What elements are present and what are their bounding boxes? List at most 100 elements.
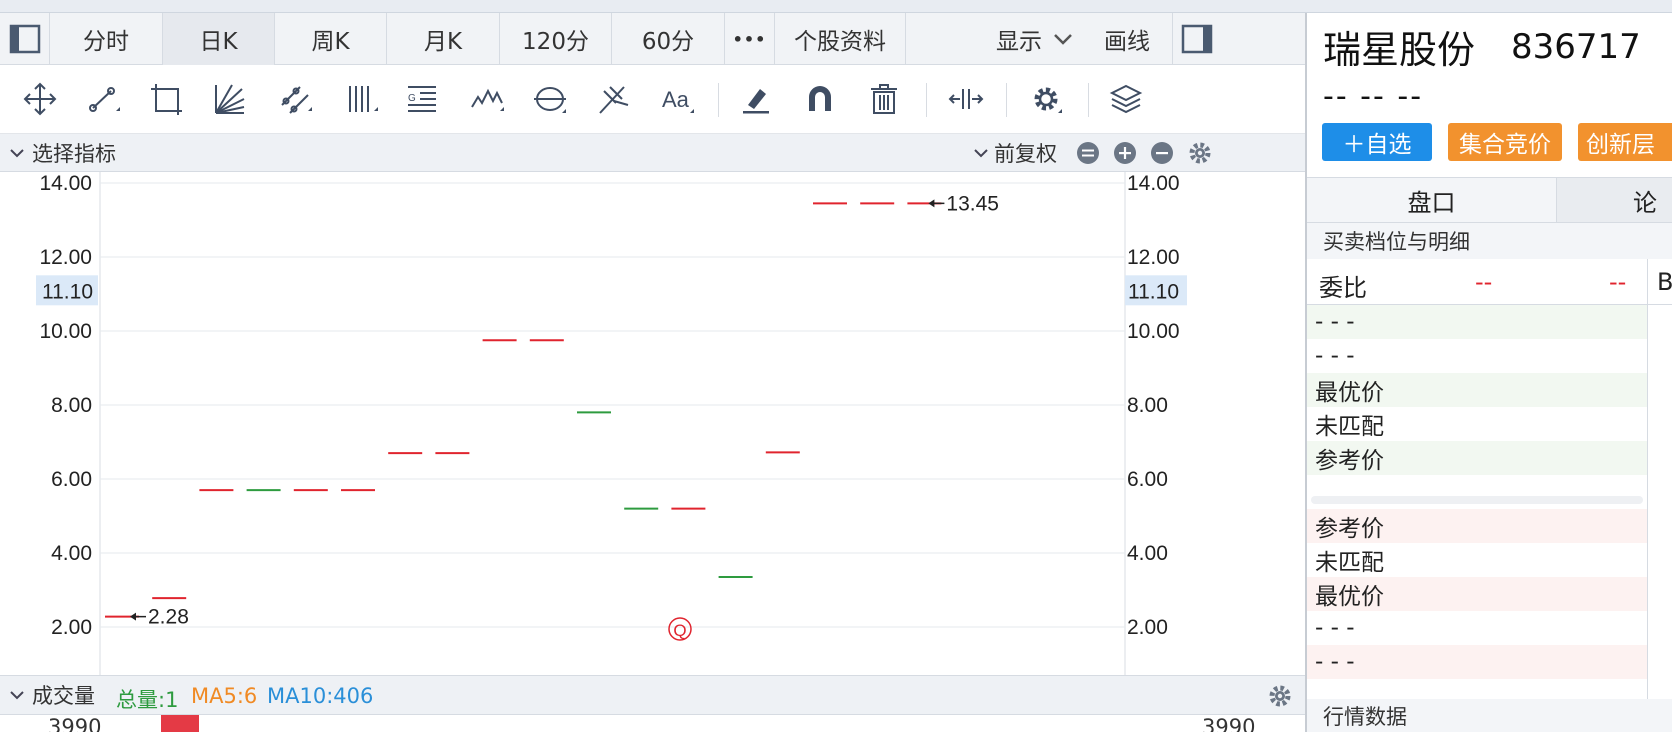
draw-line-button[interactable]: 画线 (1104, 13, 1150, 65)
minus-circle-icon (1151, 142, 1173, 164)
zoom-out-button[interactable] (1150, 141, 1174, 165)
price-change-line: -- -- -- (1323, 79, 1424, 114)
volume-axis-left-label: 3990 (48, 715, 102, 732)
tab-daily-k[interactable]: 日K (163, 13, 275, 65)
min-price-label: 2.28 (148, 606, 189, 629)
width-adjust-tool-button[interactable] (946, 79, 986, 119)
toolbar-divider (1006, 83, 1007, 117)
tab-orderbook[interactable]: 盘口 (1307, 178, 1557, 222)
stock-code: 836717 (1511, 27, 1641, 67)
gann-text-icon: G (408, 86, 436, 112)
orderbook-sell-row: - - - (1315, 343, 1355, 369)
indicator-settings-button[interactable] (1187, 140, 1213, 166)
panel-toggle-left-button[interactable] (0, 13, 50, 65)
display-menu-button[interactable]: 显示 (996, 13, 1076, 65)
order-ratio-value: -- (1475, 268, 1493, 296)
delete-tool-button[interactable] (864, 79, 904, 119)
select-indicator-label: 选择指标 (32, 142, 116, 166)
line-segment-icon (89, 87, 120, 112)
svg-text:Aa: Aa (662, 87, 690, 112)
max-arrow-head (928, 199, 935, 208)
chevron-down-icon (1054, 34, 1072, 45)
price-adjust-dropdown[interactable]: 前复权 (972, 134, 1057, 172)
vertical-lines-icon (349, 86, 378, 112)
y-tick-label-left: 12.00 (39, 246, 92, 269)
add-watchlist-button[interactable]: ＋自选 (1322, 123, 1432, 161)
gann-tool-button[interactable]: G (402, 79, 442, 119)
y-tick-label-left: 2.00 (51, 616, 92, 639)
y-tick-label-right: 14.00 (1127, 172, 1180, 195)
tab-60min[interactable]: 60分 (612, 13, 725, 65)
layers-button[interactable] (1106, 79, 1146, 119)
volume-chart: 3990 3990 (0, 715, 1305, 732)
parallel-channel-icon (281, 86, 312, 114)
tab-stock-profile[interactable]: 个股资料 (775, 13, 906, 65)
equal-circle-icon (1077, 142, 1099, 164)
line-segment-tool-button[interactable] (84, 79, 124, 119)
volume-ma5: MA5:6 (191, 684, 258, 708)
y-tick-label-left: 10.00 (39, 320, 92, 343)
move-tool-button[interactable] (20, 79, 60, 119)
window-top-strip (0, 0, 1672, 13)
cycle-icon (534, 87, 566, 113)
fork-icon (599, 86, 629, 114)
magnet-tool-button[interactable] (800, 79, 840, 119)
text-tool-button[interactable]: Aa (658, 79, 698, 119)
text-icon: Aa (662, 87, 694, 113)
fan-tool-button[interactable] (210, 79, 250, 119)
chart-panel: 分时 日K 周K 月K 120分 60分 ••• 个股资料 显示 画线 G Aa… (0, 13, 1305, 732)
fork-tool-button[interactable] (594, 79, 634, 119)
chart-settings-button[interactable] (1026, 79, 1066, 119)
y-tick-label-right: 6.00 (1127, 468, 1168, 491)
toolbar-divider (1088, 83, 1089, 117)
panel-toggle-right-button[interactable] (1172, 13, 1220, 65)
zoom-in-button[interactable] (1113, 141, 1137, 165)
wave-tool-button[interactable] (468, 79, 508, 119)
sidebar-right-icon (1181, 24, 1212, 54)
kline-chart[interactable]: 14.00 14.00 12.00 12.00 10.00 10.00 8.00 8.00 6.… (0, 172, 1305, 675)
volume-ma10: MA10:406 (267, 684, 374, 708)
plus-circle-icon (1114, 142, 1136, 164)
auction-badge[interactable]: 集合竞价 (1448, 123, 1562, 161)
y-tick-label-right: 4.00 (1127, 542, 1168, 565)
drawing-toolbar: G Aa (0, 65, 1305, 134)
eraser-icon (743, 89, 769, 114)
indicator-bar: 选择指标 前复权 (0, 134, 1305, 172)
volume-bar: 成交量 总量:1 MA5:6 MA10:406 (0, 675, 1305, 715)
chevron-down-icon (974, 149, 988, 158)
tab-discussion[interactable]: 论 (1557, 178, 1672, 222)
rectangle-tool-button[interactable] (146, 79, 186, 119)
orderbook-sell-row: 未匹配 (1315, 414, 1384, 440)
select-indicator-button[interactable]: 选择指标 (8, 134, 116, 172)
order-ratio-label: 委比 (1319, 274, 1367, 302)
cycle-tool-button[interactable] (530, 79, 570, 119)
orderbook-sell-row: 最优价 (1307, 373, 1647, 407)
tab-intraday[interactable]: 分时 (50, 13, 163, 65)
display-menu-label: 显示 (996, 29, 1042, 55)
parallel-channel-tool-button[interactable] (276, 79, 316, 119)
y-tick-label-left: 8.00 (51, 394, 92, 417)
more-periods-button[interactable]: ••• (725, 13, 775, 65)
stock-name: 瑞星股份 (1323, 28, 1476, 72)
volume-indicator-toggle[interactable]: 成交量 (8, 676, 95, 714)
eraser-tool-button[interactable] (736, 79, 776, 119)
indicator-equal-button[interactable] (1076, 141, 1100, 165)
vertical-lines-tool-button[interactable] (342, 79, 382, 119)
sidebar-left-icon (9, 24, 40, 54)
orderbook-buy-row: 未匹配 (1315, 550, 1384, 576)
orderbook-buy-row: 参考价 (1307, 509, 1647, 543)
y-tick-label-right: 8.00 (1127, 394, 1168, 417)
width-adjust-icon (948, 89, 984, 109)
orderbook-buy-row: 最优价 (1307, 577, 1647, 611)
svg-text:G: G (408, 93, 416, 104)
tab-120min[interactable]: 120分 (500, 13, 612, 65)
tab-weekly-k[interactable]: 周K (275, 13, 387, 65)
orderbook-separator (1311, 496, 1643, 504)
chevron-down-icon (10, 149, 24, 158)
tab-monthly-k[interactable]: 月K (387, 13, 500, 65)
chevron-down-icon (10, 691, 24, 700)
layers-icon (1109, 84, 1143, 114)
volume-settings-button[interactable] (1267, 683, 1293, 709)
order-ratio-row: 委比 -- -- B (1307, 259, 1672, 305)
innovation-tier-badge[interactable]: 创新层 (1578, 123, 1672, 161)
